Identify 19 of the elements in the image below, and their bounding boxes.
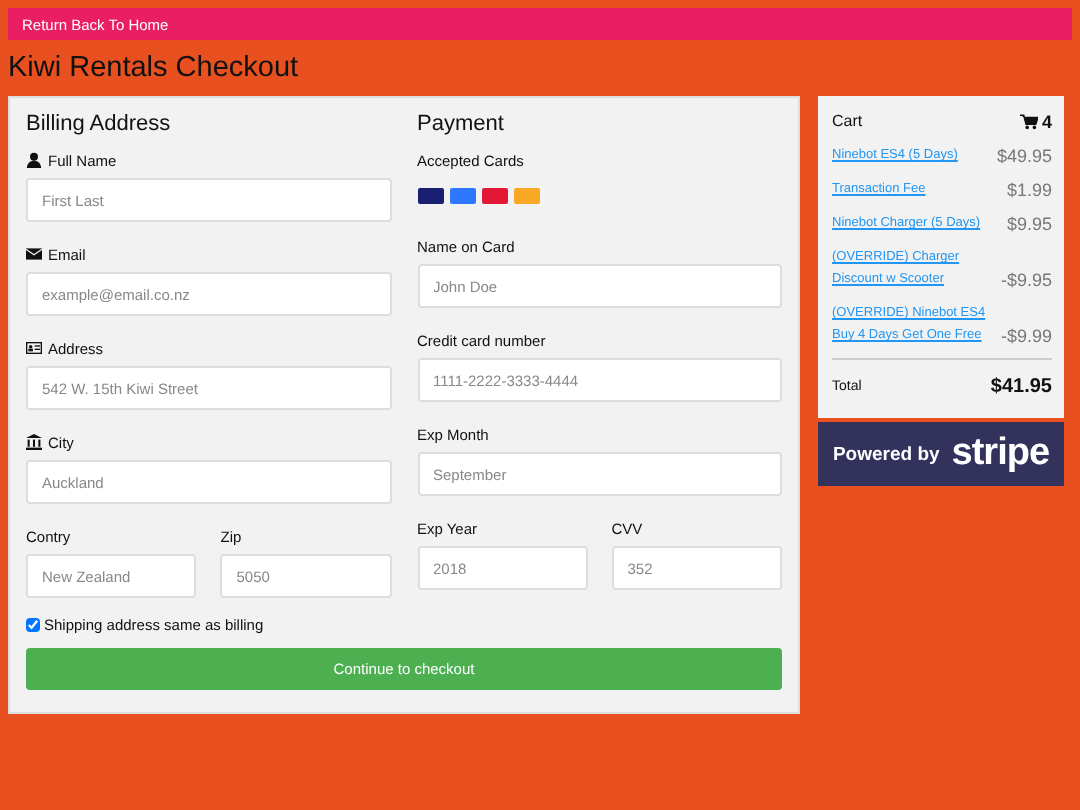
item-price: -$9.99 [1000,326,1052,346]
badge-text: Powered by [832,443,940,465]
section-heading: Payment [417,112,506,138]
envelope-icon [26,246,42,262]
total-amount: $41.95 [990,376,1052,398]
user-icon [26,152,42,168]
item-price: $49.95 [996,146,1052,166]
bank-icon [26,434,42,450]
id-card-icon [26,340,42,356]
page-title: Kiwi Rentals Checkout [8,50,301,86]
cart-title: Cart [832,112,863,132]
cart-count: 4 [1041,112,1052,132]
item-price: $9.95 [1006,214,1052,234]
cart-icon [1019,114,1038,130]
item-price: $1.99 [1006,180,1052,200]
item-price: -$9.95 [1000,270,1052,290]
stripe-logo: stripe [951,432,1050,476]
section-heading: Billing Address [26,112,173,138]
checkbox[interactable] [26,618,40,632]
